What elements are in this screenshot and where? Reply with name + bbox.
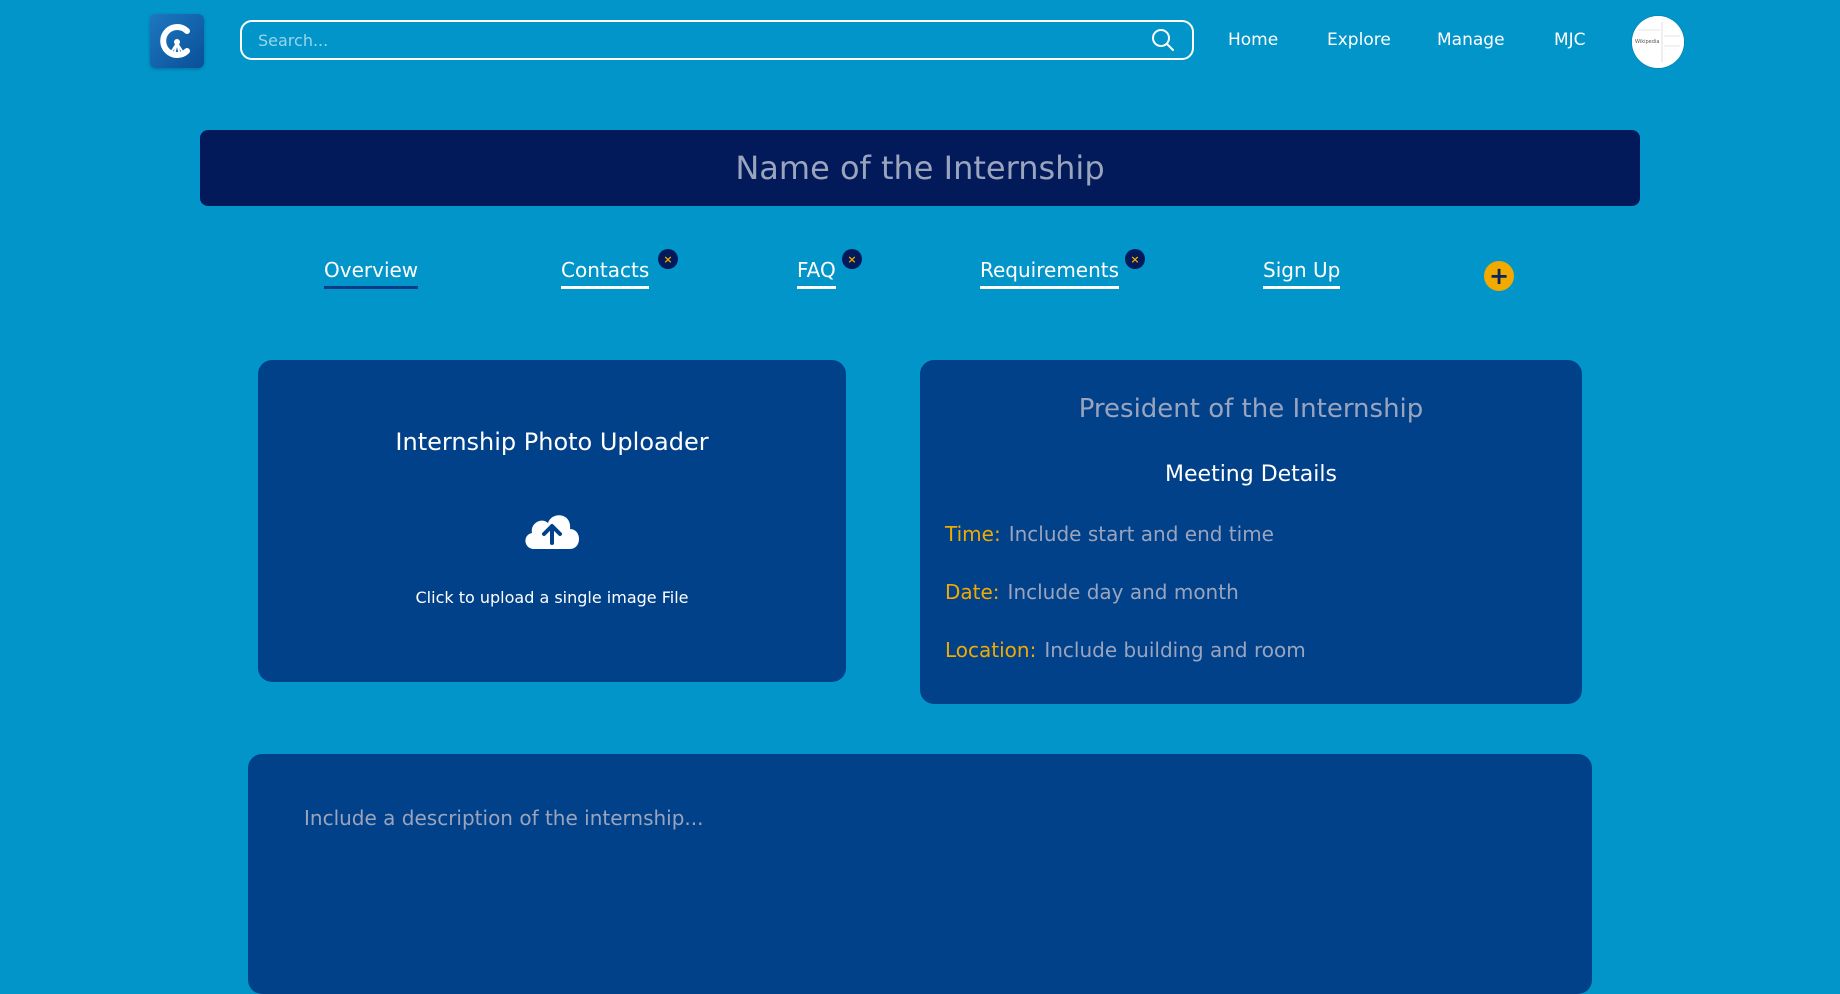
meeting-details-heading: Meeting Details [1165,462,1337,487]
tab-requirements[interactable]: Requirements [980,258,1120,289]
search-bar[interactable] [240,20,1194,60]
location-field[interactable]: Include building and room [1044,638,1305,662]
date-label: Date: [945,580,1000,604]
description-card [248,754,1592,994]
nav-manage[interactable]: Manage [1437,30,1505,50]
time-row: Time: Include start and end time [945,522,1274,546]
tab-faq-close-icon[interactable]: × [842,249,862,269]
search-input[interactable] [242,30,1150,50]
tab-contacts-close-icon[interactable]: × [658,249,678,269]
avatar-text: Wikipedia [1635,39,1659,45]
photo-uploader-card[interactable]: Internship Photo Uploader Click to uploa… [258,360,846,682]
tab-faq[interactable]: FAQ [797,258,836,289]
time-field[interactable]: Include start and end time [1009,522,1274,546]
internship-name-bar[interactable] [200,130,1640,206]
cloud-upload-icon [525,515,579,549]
meeting-details-card: President of the Internship Meeting Deta… [920,360,1582,704]
tab-overview[interactable]: Overview [324,258,419,289]
description-input[interactable] [302,804,1506,928]
tab-requirements-close-icon[interactable]: × [1125,249,1145,269]
time-label: Time: [945,522,1001,546]
add-tab-plus-icon[interactable]: + [1484,261,1514,291]
nav-mjc[interactable]: MJC [1554,30,1586,50]
logo-icon [160,24,190,58]
date-field[interactable]: Include day and month [1008,580,1239,604]
search-icon[interactable] [1150,27,1176,53]
nav-explore[interactable]: Explore [1327,30,1391,50]
nav-home[interactable]: Home [1228,30,1278,50]
tab-contacts[interactable]: Contacts [561,258,650,289]
avatar-image: Wikipedia [1632,16,1684,68]
uploader-hint: Click to upload a single image File [415,588,689,607]
location-row: Location: Include building and room [945,638,1306,662]
president-field[interactable]: President of the Internship [920,394,1582,424]
uploader-title: Internship Photo Uploader [395,428,709,456]
tab-sign-up[interactable]: Sign Up [1263,258,1341,289]
app-logo[interactable] [150,14,204,68]
date-row: Date: Include day and month [945,580,1239,604]
location-label: Location: [945,638,1037,662]
user-avatar[interactable]: Wikipedia [1632,16,1684,68]
internship-name-input[interactable] [200,148,1640,188]
